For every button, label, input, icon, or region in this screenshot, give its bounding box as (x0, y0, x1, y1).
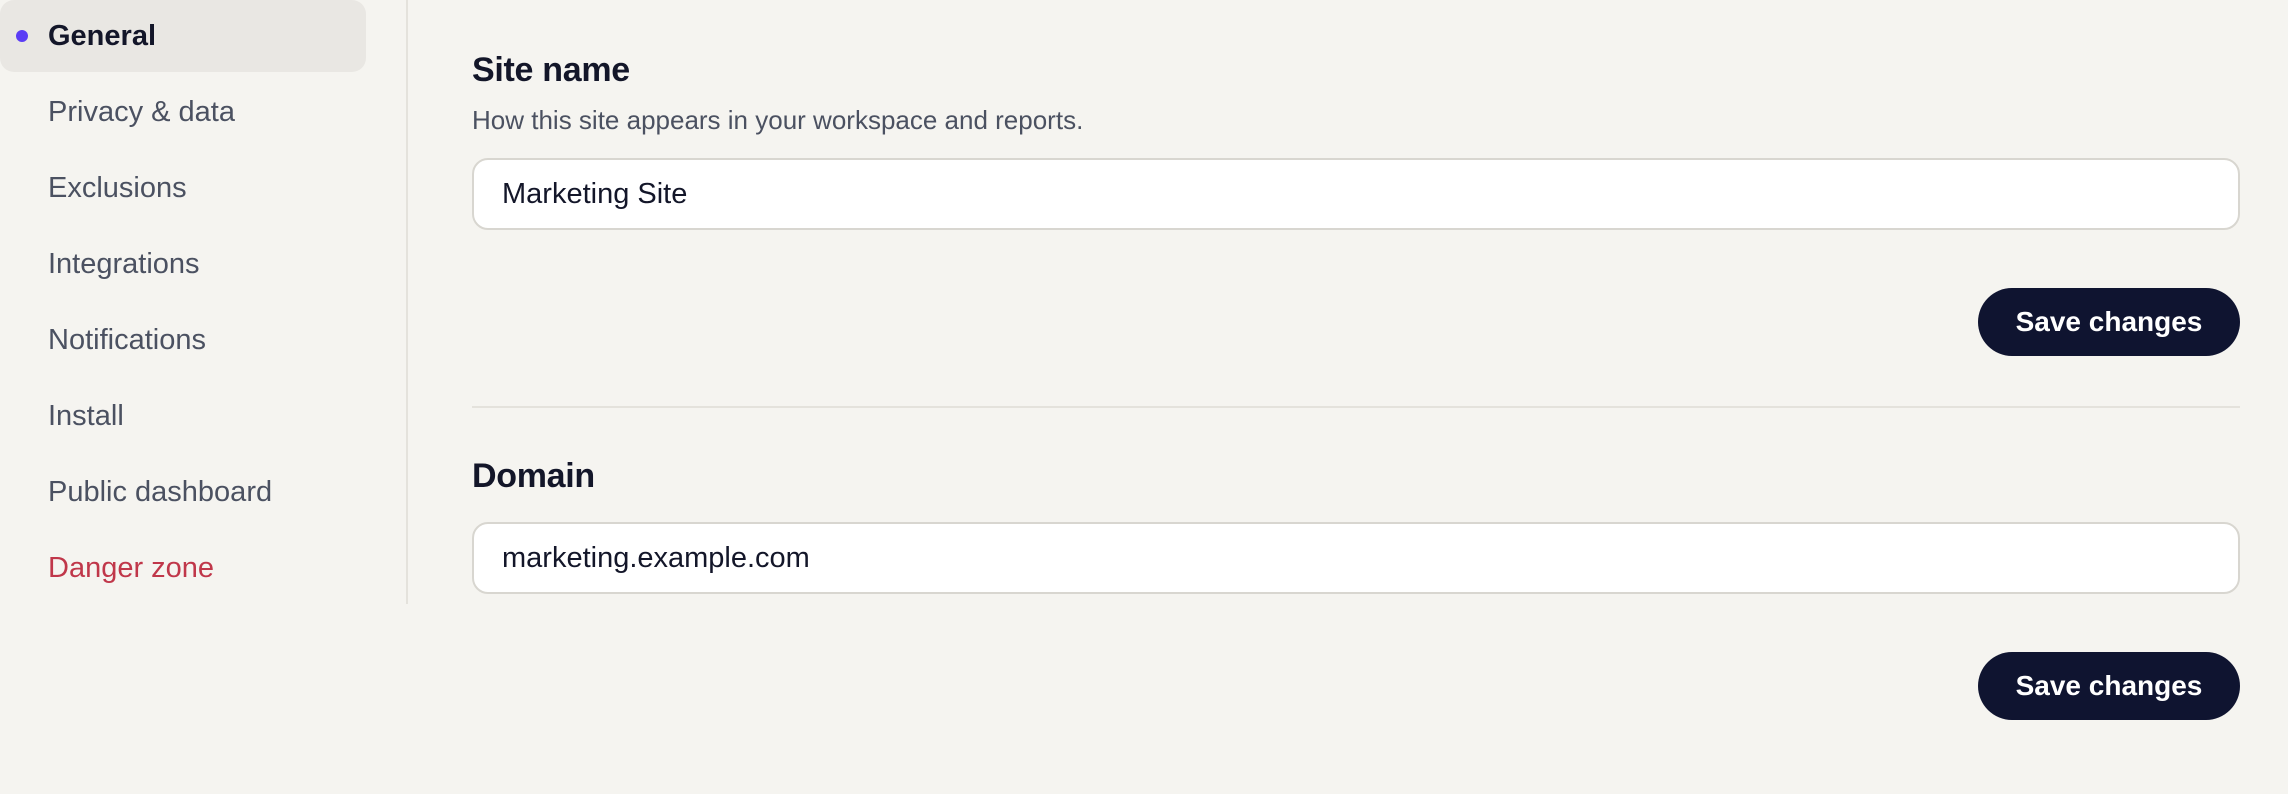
site-name-description: How this site appears in your workspace … (472, 105, 1084, 135)
sidebar-item-label: Public dashboard (48, 475, 273, 508)
sidebar-item-label: Notifications (48, 323, 206, 356)
sidebar-item-label: Integrations (48, 247, 200, 280)
sidebar-item-exclusions[interactable]: Exclusions (0, 152, 366, 224)
domain-section: Domain Save changes (472, 456, 2240, 720)
sidebar-item-label: General (48, 19, 156, 52)
site-name-section: Site name How this site appears in your … (472, 50, 2240, 356)
sidebar-item-label: Exclusions (48, 171, 187, 204)
sidebar-item-install[interactable]: Install (0, 380, 366, 452)
sidebar-item-integrations[interactable]: Integrations (0, 228, 366, 300)
sidebar-item-general[interactable]: General (0, 0, 366, 72)
active-indicator-dot (16, 30, 28, 42)
domain-actions: Save changes (472, 652, 2240, 720)
save-site-name-button[interactable]: Save changes (1978, 288, 2240, 356)
site-name-title: Site name (472, 51, 630, 89)
sidebar-item-label: Install (48, 399, 124, 432)
site-name-input[interactable] (472, 158, 2240, 230)
sidebar-item-label: Privacy & data (48, 95, 235, 128)
sidebar-nav-list: General Privacy & data Exclusions Integr… (0, 0, 406, 604)
sidebar-item-notifications[interactable]: Notifications (0, 304, 366, 376)
save-domain-button[interactable]: Save changes (1978, 652, 2240, 720)
sidebar-item-privacy-data[interactable]: Privacy & data (0, 76, 366, 148)
settings-sidebar: General Privacy & data Exclusions Integr… (0, 0, 408, 604)
domain-title: Domain (472, 457, 595, 495)
settings-main: Site name How this site appears in your … (472, 0, 2240, 720)
sidebar-item-label: Danger zone (48, 551, 215, 584)
sidebar-item-danger-zone[interactable]: Danger zone (0, 532, 366, 604)
sidebar-item-public-dashboard[interactable]: Public dashboard (0, 456, 366, 528)
section-divider (472, 406, 2240, 408)
domain-input[interactable] (472, 522, 2240, 594)
site-name-actions: Save changes (472, 288, 2240, 356)
settings-page: General Privacy & data Exclusions Integr… (0, 0, 2288, 794)
